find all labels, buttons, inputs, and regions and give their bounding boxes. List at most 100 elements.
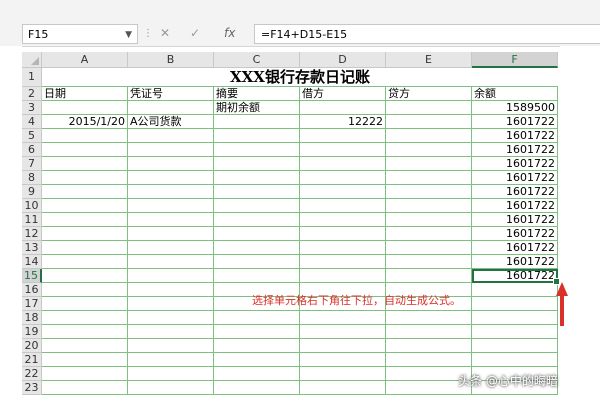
cell-b4[interactable]: A公司货款 (128, 115, 214, 129)
cell-e9[interactable] (386, 185, 472, 199)
cell-b18[interactable] (128, 311, 214, 325)
cell-e8[interactable] (386, 171, 472, 185)
name-box[interactable]: F15 ▼ (22, 24, 138, 44)
column-header-d[interactable]: D (300, 52, 386, 68)
cell-d7[interactable] (300, 157, 386, 171)
cell-d21[interactable] (300, 353, 386, 367)
cell-d3[interactable] (300, 101, 386, 115)
cell-c8[interactable] (214, 171, 300, 185)
cell-c18[interactable] (214, 311, 300, 325)
cell-c4[interactable] (214, 115, 300, 129)
cell-f6[interactable]: 1601722 (472, 143, 558, 157)
cell-d15[interactable] (300, 269, 386, 283)
cell-a9[interactable] (42, 185, 128, 199)
cell-e21[interactable] (386, 353, 472, 367)
row-header-15[interactable]: 15 (22, 269, 42, 283)
row-header-23[interactable]: 23 (22, 381, 42, 395)
cell-f9[interactable]: 1601722 (472, 185, 558, 199)
cell-b12[interactable] (128, 227, 214, 241)
cell-f2[interactable]: 余额 (472, 87, 558, 101)
row-header-2[interactable]: 2 (22, 87, 42, 101)
cell-f5[interactable]: 1601722 (472, 129, 558, 143)
cell-c5[interactable] (214, 129, 300, 143)
cell-d13[interactable] (300, 241, 386, 255)
cell-d18[interactable] (300, 311, 386, 325)
cell-d11[interactable] (300, 213, 386, 227)
column-header-b[interactable]: B (128, 52, 214, 68)
cell-a4[interactable]: 2015/1/20 (42, 115, 128, 129)
cell-d6[interactable] (300, 143, 386, 157)
cell-e14[interactable] (386, 255, 472, 269)
active-cell-outline[interactable] (472, 269, 560, 285)
cell-a7[interactable] (42, 157, 128, 171)
cell-c2[interactable]: 摘要 (214, 87, 300, 101)
column-header-f[interactable]: F (472, 52, 558, 68)
insert-function-icon[interactable]: fx (224, 26, 235, 40)
cell-a10[interactable] (42, 199, 128, 213)
cell-f11[interactable]: 1601722 (472, 213, 558, 227)
cell-f19[interactable] (472, 325, 558, 339)
cell-c6[interactable] (214, 143, 300, 157)
cell-f20[interactable] (472, 339, 558, 353)
cell-a8[interactable] (42, 171, 128, 185)
cell-b11[interactable] (128, 213, 214, 227)
cell-d14[interactable] (300, 255, 386, 269)
cell-b10[interactable] (128, 199, 214, 213)
cell-e18[interactable] (386, 311, 472, 325)
row-header-21[interactable]: 21 (22, 353, 42, 367)
cell-b22[interactable] (128, 367, 214, 381)
row-header-1[interactable]: 1 (22, 68, 42, 87)
row-header-22[interactable]: 22 (22, 367, 42, 381)
cell-f7[interactable]: 1601722 (472, 157, 558, 171)
cell-a3[interactable] (42, 101, 128, 115)
cell-e15[interactable] (386, 269, 472, 283)
cell-e7[interactable] (386, 157, 472, 171)
enter-icon[interactable]: ✓ (190, 26, 200, 40)
cell-f12[interactable]: 1601722 (472, 227, 558, 241)
cell-c19[interactable] (214, 325, 300, 339)
select-all-corner[interactable] (22, 52, 42, 68)
cell-c3[interactable]: 期初余额 (214, 101, 300, 115)
column-header-a[interactable]: A (42, 52, 128, 68)
cell-c7[interactable] (214, 157, 300, 171)
cell-b2[interactable]: 凭证号 (128, 87, 214, 101)
cell-e11[interactable] (386, 213, 472, 227)
cell-c13[interactable] (214, 241, 300, 255)
row-header-10[interactable]: 10 (22, 199, 42, 213)
row-header-19[interactable]: 19 (22, 325, 42, 339)
cell-b6[interactable] (128, 143, 214, 157)
row-header-16[interactable]: 16 (22, 283, 42, 297)
cell-e20[interactable] (386, 339, 472, 353)
cell-b17[interactable] (128, 297, 214, 311)
cell-b14[interactable] (128, 255, 214, 269)
cell-a22[interactable] (42, 367, 128, 381)
cell-a5[interactable] (42, 129, 128, 143)
cell-d4[interactable]: 12222 (300, 115, 386, 129)
row-header-7[interactable]: 7 (22, 157, 42, 171)
row-header-12[interactable]: 12 (22, 227, 42, 241)
cell-c12[interactable] (214, 227, 300, 241)
row-header-6[interactable]: 6 (22, 143, 42, 157)
cell-f10[interactable]: 1601722 (472, 199, 558, 213)
formula-input[interactable]: =F14+D15-E15 (254, 24, 600, 44)
row-header-11[interactable]: 11 (22, 213, 42, 227)
cell-d8[interactable] (300, 171, 386, 185)
cell-b21[interactable] (128, 353, 214, 367)
cell-d19[interactable] (300, 325, 386, 339)
cell-c20[interactable] (214, 339, 300, 353)
cell-f14[interactable]: 1601722 (472, 255, 558, 269)
cell-a20[interactable] (42, 339, 128, 353)
cell-e10[interactable] (386, 199, 472, 213)
row-header-13[interactable]: 13 (22, 241, 42, 255)
cell-c14[interactable] (214, 255, 300, 269)
cell-c22[interactable] (214, 367, 300, 381)
cell-f4[interactable]: 1601722 (472, 115, 558, 129)
cell-a15[interactable] (42, 269, 128, 283)
cell-b23[interactable] (128, 381, 214, 395)
cell-b19[interactable] (128, 325, 214, 339)
cell-e6[interactable] (386, 143, 472, 157)
cell-f18[interactable] (472, 311, 558, 325)
cell-a14[interactable] (42, 255, 128, 269)
cell-f16[interactable] (472, 283, 558, 297)
cell-d5[interactable] (300, 129, 386, 143)
